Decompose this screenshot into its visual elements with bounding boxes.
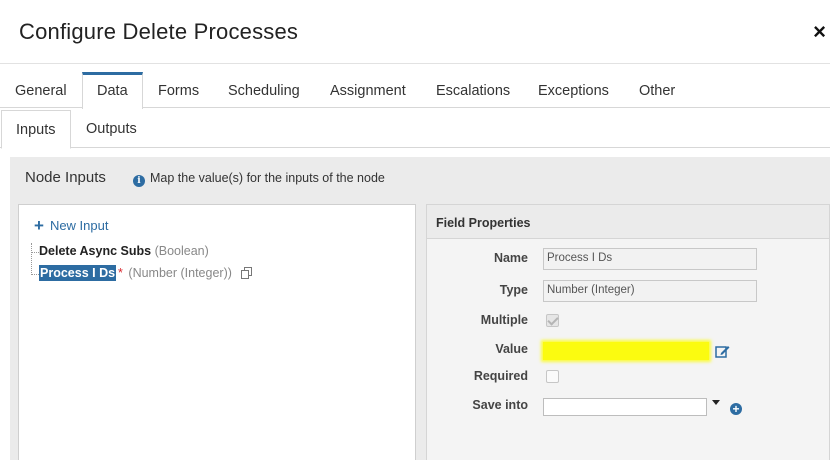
name-label: Name (493, 251, 528, 265)
input-name: Delete Async Subs (39, 244, 152, 258)
required-checkbox[interactable] (546, 370, 559, 383)
new-input-button[interactable]: + New Input (34, 216, 108, 236)
dialog-title: Configure Delete Processes (19, 19, 299, 44)
input-name: Process I Ds (39, 265, 117, 281)
value-field[interactable] (543, 342, 709, 360)
tree-item-process-ids[interactable]: Process I Ds * (Number (Integer)) (39, 265, 253, 281)
add-circle-icon[interactable]: + (730, 403, 742, 415)
tab-scheduling[interactable]: Scheduling (214, 72, 314, 108)
main-tab-bar: General Data Forms Scheduling Assignment… (0, 72, 830, 109)
chevron-down-icon[interactable] (712, 400, 720, 405)
tab-escalations[interactable]: Escalations (422, 72, 524, 108)
tree-connector (31, 243, 32, 275)
tab-inputs[interactable]: Inputs (1, 110, 71, 149)
multiple-label: Multiple (480, 313, 528, 327)
input-type: (Number (Integer)) (128, 266, 232, 280)
info-icon: i (133, 175, 145, 187)
value-label: Value (495, 342, 528, 356)
name-field[interactable]: Process I Ds (543, 248, 757, 270)
edit-icon[interactable] (715, 344, 730, 358)
configure-dialog: Configure Delete Processes × General Dat… (0, 0, 830, 460)
tab-data[interactable]: Data (82, 72, 143, 109)
node-inputs-hint: i Map the value(s) for the inputs of the … (133, 171, 385, 187)
copy-icon[interactable] (241, 267, 253, 279)
close-icon[interactable]: × (813, 20, 826, 44)
dialog-header: Configure Delete Processes × (0, 0, 830, 64)
save-into-label: Save into (472, 398, 528, 412)
new-input-label: New Input (49, 218, 109, 233)
tab-general[interactable]: General (1, 72, 81, 108)
field-properties-header: Field Properties (427, 205, 829, 239)
node-inputs-header: Node Inputs i Map the value(s) for the in… (10, 157, 830, 197)
save-into-select[interactable] (543, 398, 707, 416)
inputs-tree: + New Input Delete Async Subs (Boolean) P… (18, 204, 416, 460)
field-properties-panel: Field Properties Name Process I Ds Type … (426, 204, 830, 460)
required-marker: * (118, 266, 123, 280)
sub-tab-bar: Inputs Outputs (0, 110, 830, 149)
tab-exceptions[interactable]: Exceptions (524, 72, 623, 108)
tree-item-delete-async-subs[interactable]: Delete Async Subs (Boolean) (39, 244, 209, 258)
info-text: Map the value(s) for the inputs of the n… (150, 171, 385, 185)
tab-forms[interactable]: Forms (144, 72, 213, 108)
multiple-checkbox[interactable] (546, 314, 559, 327)
input-type: (Boolean) (154, 244, 209, 258)
type-field[interactable]: Number (Integer) (543, 280, 757, 302)
tree-connector (31, 252, 39, 253)
tree-connector (31, 274, 39, 275)
type-label: Type (499, 283, 528, 297)
tab-outputs[interactable]: Outputs (72, 110, 151, 148)
required-label: Required (473, 369, 528, 383)
tab-assignment[interactable]: Assignment (316, 72, 420, 108)
node-inputs-panel: Node Inputs i Map the value(s) for the in… (10, 157, 830, 460)
field-properties-title: Field Properties (436, 216, 531, 230)
node-inputs-title: Node Inputs (25, 169, 106, 186)
plus-icon: + (34, 216, 44, 235)
tab-other[interactable]: Other (625, 72, 689, 108)
